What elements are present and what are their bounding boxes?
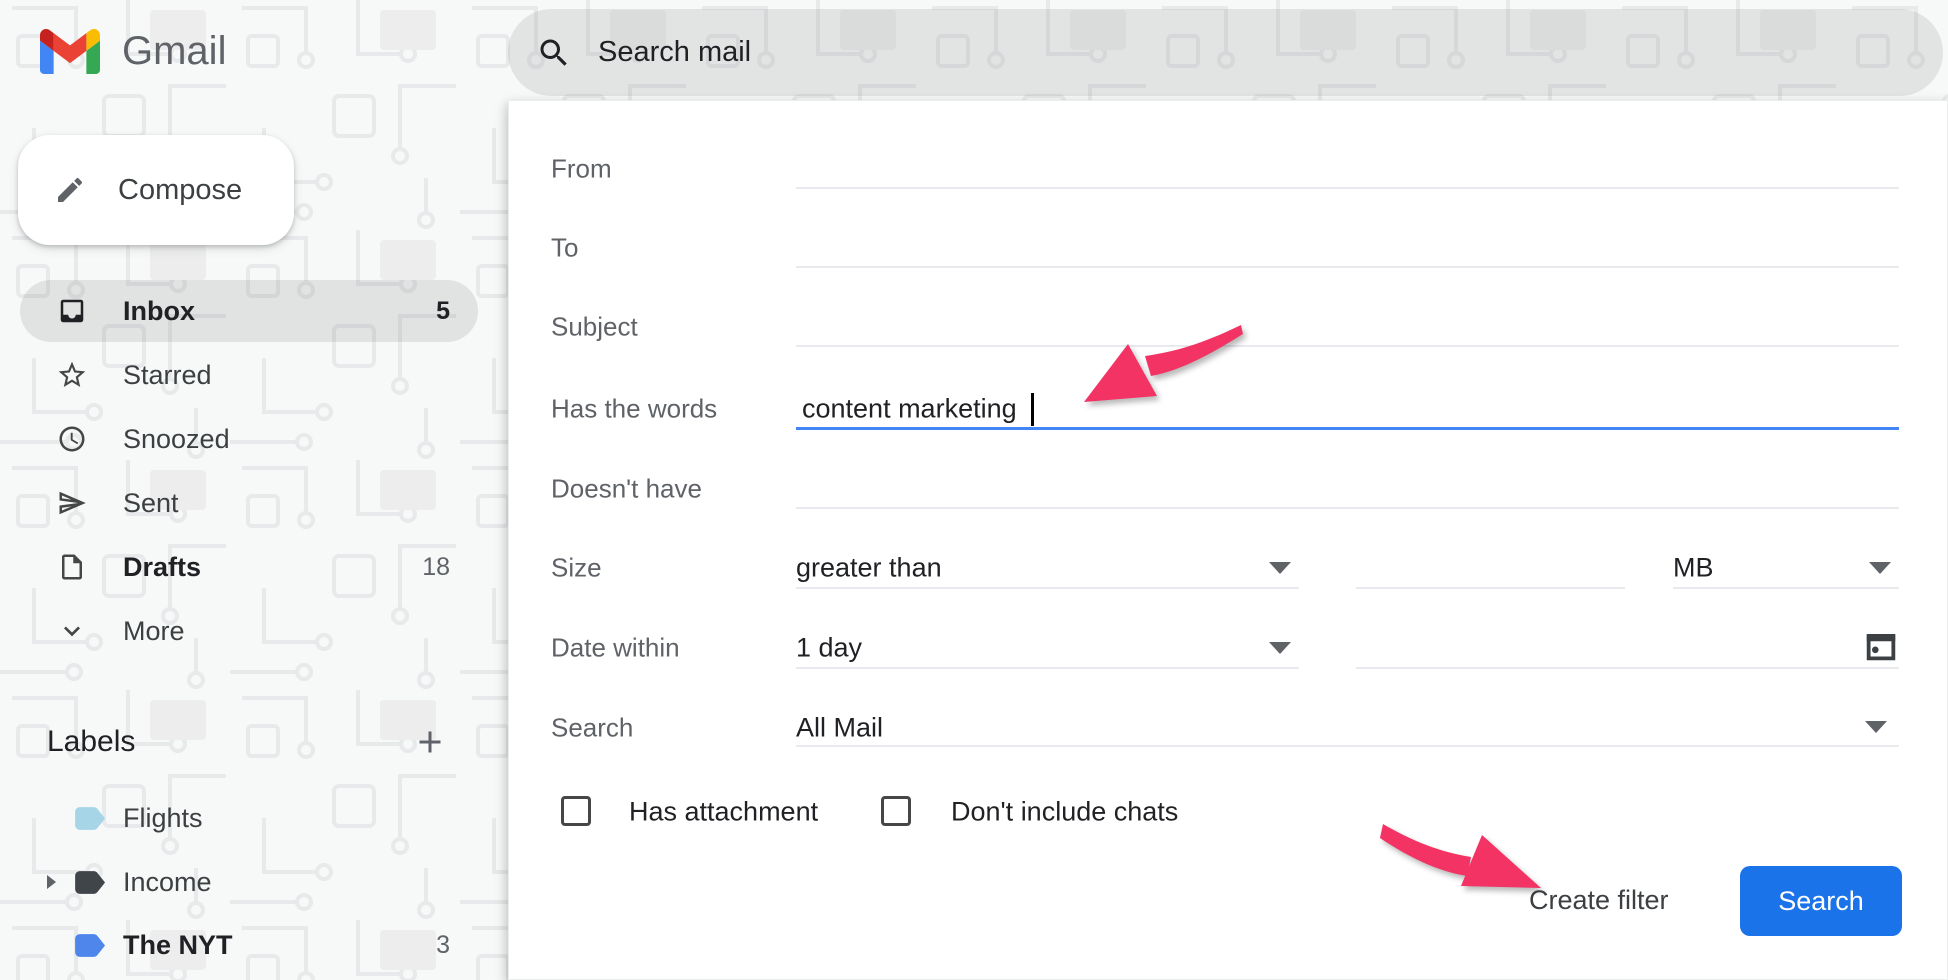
sidebar-item-more[interactable]: More [20, 600, 478, 662]
label-tag-icon [73, 869, 107, 896]
has-the-words-label: Has the words [551, 394, 717, 425]
dont-include-chats-label: Don't include chats [951, 797, 1178, 828]
sidebar-label-flights[interactable]: Flights [20, 787, 478, 849]
sidebar-item-label: More [123, 616, 185, 647]
sidebar-item-label: Snoozed [123, 424, 230, 455]
sidebar-item-snoozed[interactable]: Snoozed [20, 408, 478, 470]
text-cursor [1031, 393, 1034, 426]
has-attachment-checkbox[interactable] [561, 796, 591, 826]
sidebar-item-sent[interactable]: Sent [20, 472, 478, 534]
has-attachment-label: Has attachment [629, 797, 818, 828]
sidebar-item-label: Income [123, 867, 212, 898]
date-within-select[interactable]: 1 day [796, 633, 862, 664]
unread-count: 18 [380, 553, 450, 582]
sidebar-label-income[interactable]: Income [20, 851, 478, 913]
size-operator-underline [796, 587, 1299, 589]
label-tag-icon [73, 805, 107, 832]
calendar-icon[interactable] [1862, 627, 1900, 665]
sidebar-item-label: Sent [123, 488, 179, 519]
draft-icon [56, 551, 88, 583]
from-label: From [551, 154, 612, 185]
size-amount-field[interactable] [1356, 587, 1625, 589]
pencil-icon [54, 174, 86, 206]
label-tag-icon [73, 932, 107, 959]
send-icon [56, 487, 88, 519]
compose-label: Compose [118, 174, 242, 207]
sidebar-item-label: Inbox [123, 296, 195, 327]
gmail-m-icon [40, 29, 100, 74]
search-bar[interactable]: Search mail [508, 9, 1943, 96]
sidebar-item-starred[interactable]: Starred [20, 344, 478, 406]
doesnt-have-field[interactable] [796, 507, 1899, 509]
has-the-words-field[interactable]: content marketing [802, 394, 1017, 425]
labels-heading: Labels [47, 725, 135, 759]
to-label: To [551, 233, 578, 264]
chevron-down-icon [56, 615, 88, 647]
clock-icon [56, 423, 88, 455]
compose-button[interactable]: Compose [18, 135, 294, 245]
sidebar-item-inbox[interactable]: Inbox 5 [20, 280, 478, 342]
dropdown-caret-icon[interactable] [1865, 721, 1887, 733]
gmail-logo: Gmail [40, 29, 226, 74]
size-unit-select[interactable]: MB [1673, 553, 1714, 584]
date-within-label: Date within [551, 633, 680, 664]
sidebar-item-drafts[interactable]: Drafts 18 [20, 536, 478, 598]
size-operator-select[interactable]: greater than [796, 553, 942, 584]
unread-count: 5 [380, 297, 450, 326]
gmail-window: Gmail Search mail Compose Inbox 5 Starre… [0, 0, 1948, 980]
gmail-wordmark: Gmail [122, 29, 226, 74]
date-within-underline [796, 667, 1299, 669]
plus-icon[interactable] [412, 724, 448, 760]
search-button[interactable]: Search [1740, 866, 1902, 936]
subject-label: Subject [551, 312, 638, 343]
size-label: Size [551, 553, 602, 584]
create-filter-button[interactable]: Create filter [1529, 885, 1699, 916]
focused-underline [796, 427, 1899, 430]
sidebar-label-the-nyt[interactable]: The NYT 3 [20, 914, 478, 976]
inbox-icon [56, 295, 88, 327]
search-icon [536, 35, 572, 71]
star-icon [56, 359, 88, 391]
sidebar-item-label: Starred [123, 360, 212, 391]
from-field[interactable] [796, 187, 1899, 189]
dropdown-caret-icon[interactable] [1269, 562, 1291, 574]
sidebar-item-label: Flights [123, 803, 203, 834]
sidebar-item-label: The NYT [123, 930, 233, 961]
dont-include-chats-checkbox[interactable] [881, 796, 911, 826]
dropdown-caret-icon[interactable] [1869, 562, 1891, 574]
advanced-search-panel: From To Subject Has the words content ma… [508, 100, 1948, 980]
expand-arrow-icon[interactable] [47, 875, 56, 889]
search-scope-label: Search [551, 713, 633, 744]
sidebar-item-label: Drafts [123, 552, 201, 583]
unread-count: 3 [380, 931, 450, 960]
search-scope-underline [796, 745, 1899, 747]
doesnt-have-label: Doesn't have [551, 474, 702, 505]
dropdown-caret-icon[interactable] [1269, 642, 1291, 654]
search-mail-input[interactable]: Search mail [598, 36, 751, 69]
search-scope-select[interactable]: All Mail [796, 713, 883, 744]
to-field[interactable] [796, 266, 1899, 268]
date-field[interactable] [1356, 667, 1899, 669]
subject-field[interactable] [796, 345, 1899, 347]
size-unit-underline [1673, 587, 1899, 589]
